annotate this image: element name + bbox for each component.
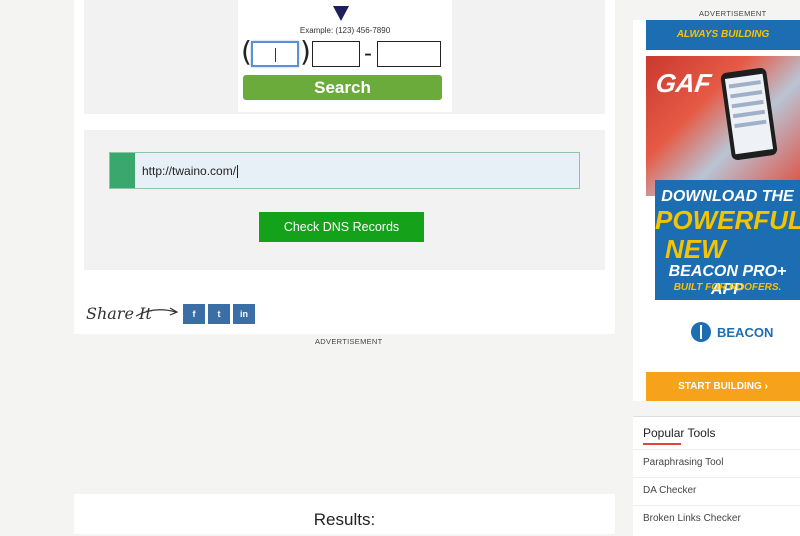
ad-brand-text: GAF [653, 68, 714, 98]
text-caret [275, 48, 276, 62]
close-paren: ) [300, 35, 311, 68]
popular-tools-title: Popular Tools [643, 426, 716, 440]
ad-line-5: BUILT FOR ROOFERS. [673, 282, 782, 293]
sidebar-ad-label: ADVERTISEMENT [699, 9, 767, 18]
facebook-icon: f [192, 309, 196, 319]
phone-screen [724, 73, 774, 155]
url-input-field[interactable]: http://twaino.com/ [109, 152, 580, 189]
check-dns-records-button[interactable]: Check DNS Records [259, 212, 424, 242]
down-arrow-icon [333, 6, 349, 21]
curved-arrow-icon [135, 307, 179, 317]
tool-link-da-checker[interactable]: DA Checker [633, 477, 800, 505]
linkedin-share-button[interactable]: in [233, 304, 255, 324]
dns-check-panel: http://twaino.com/ Check DNS Records [84, 130, 605, 270]
ad-headline-block: DOWNLOAD THE POWERFUL, NEW BEACON PRO+ A… [655, 180, 800, 300]
phone-dash: - [364, 40, 372, 67]
title-underline [643, 443, 681, 445]
url-input-accent [110, 153, 135, 188]
tool-link-broken-links[interactable]: Broken Links Checker [633, 505, 800, 533]
beacon-logo-text: BEACON [717, 325, 774, 340]
ad-line-2: POWERFUL, [655, 205, 800, 235]
results-card: Results: [74, 494, 615, 534]
url-input-value: http://twaino.com/ [142, 164, 237, 178]
ad-line-4: BEACON PRO+ APP [668, 263, 787, 298]
line-number-input[interactable] [377, 41, 441, 67]
prefix-input[interactable] [312, 41, 360, 67]
sidebar-advertisement[interactable]: ALWAYS BUILDING GAF DOWNLOAD THE POWERFU… [633, 20, 800, 401]
ad-tagline: ALWAYS BUILDING [646, 20, 800, 50]
twitter-share-button[interactable]: t [208, 304, 230, 324]
ad-photo: GAF [646, 56, 800, 196]
smartphone-icon [720, 67, 778, 161]
beacon-logo-icon [691, 322, 711, 342]
main-ad-label: ADVERTISEMENT [315, 337, 383, 346]
start-building-button[interactable]: START BUILDING › [646, 372, 800, 401]
phone-example-text: Example: (123) 456-7890 [299, 26, 391, 35]
ad-line-3: NEW [665, 234, 726, 264]
phone-lookup-widget: Example: (123) 456-7890 ( ) - Search [238, 0, 452, 112]
facebook-share-button[interactable]: f [183, 304, 205, 324]
tool-link-paraphrasing[interactable]: Paraphrasing Tool [633, 449, 800, 477]
results-title: Results: [313, 510, 376, 529]
ad-line-1: DOWNLOAD THE [661, 188, 794, 205]
phone-lookup-panel: Example: (123) 456-7890 ( ) - Search [84, 0, 605, 114]
linkedin-icon: in [240, 309, 248, 319]
popular-tools-card: Popular Tools Paraphrasing Tool DA Check… [633, 416, 800, 536]
twitter-icon: t [217, 309, 221, 319]
search-button[interactable]: Search [243, 75, 442, 100]
area-code-input[interactable] [251, 41, 299, 67]
text-caret [237, 165, 239, 179]
url-input-value-wrap: http://twaino.com/ [142, 164, 239, 179]
